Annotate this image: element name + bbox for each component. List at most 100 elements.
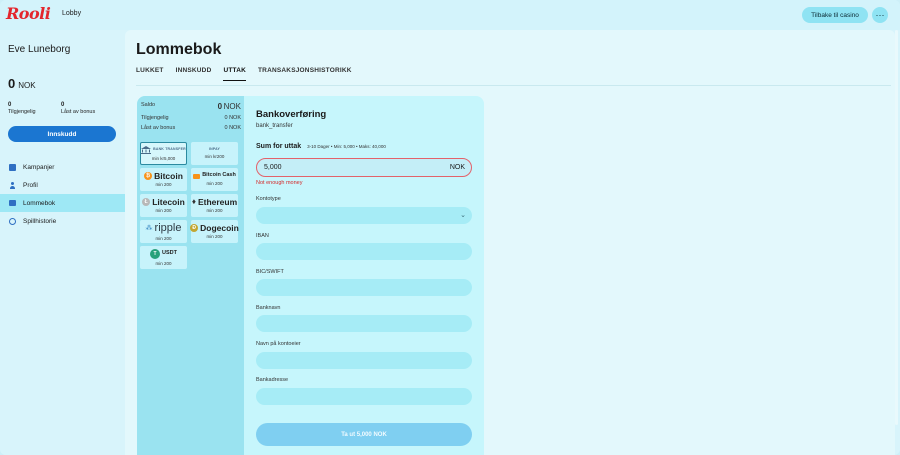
top-bar: Rooli Lobby Tilbake til casino ··· [0, 0, 900, 30]
available-row: Tilgjengelig 0 NOK [141, 115, 241, 121]
bitcoin-icon: ₿ [144, 172, 153, 180]
method-min: min 200 [155, 182, 172, 188]
wallet-tabs: LUKKET INNSKUDD UTTAK TRANSAKSJONSHISTOR… [136, 67, 352, 81]
method-ethereum[interactable]: ♦ Ethereum min 200 [191, 194, 238, 217]
method-min: min 200 [206, 234, 223, 240]
iban-label: IBAN [256, 233, 269, 239]
sidebar-item-campaigns[interactable]: Kampanjer [0, 158, 125, 176]
sidebar-item-wallet[interactable]: Lommebok [0, 194, 125, 212]
method-min: min 200 [155, 261, 172, 266]
main-content: Lommebok LUKKET INNSKUDD UTTAK TRANSAKSJ… [125, 30, 895, 455]
bitcoin-cash-icon [193, 173, 201, 179]
amount-info: 3-10 Dager • Min: 5,000 • Maks: 40,000 [307, 144, 386, 149]
saldo-row: Saldo 0 NOK [141, 102, 241, 111]
sidebar-item-game-history[interactable]: Spillhistorie [0, 212, 125, 230]
available-row-label: Tilgjengelig [141, 115, 169, 121]
sidebar-balance: 0 NOK [8, 76, 36, 91]
form-subtitle: bank_transfer [256, 123, 293, 129]
tab-withdraw[interactable]: UTTAK [223, 67, 247, 81]
rooli-logo[interactable]: Rooli [6, 4, 51, 23]
dogecoin-icon: Ð [190, 224, 199, 232]
app-window: Rooli Lobby Tilbake til casino ··· Eve L… [0, 0, 900, 455]
ripple-icon: ⁂ [145, 224, 153, 232]
litecoin-icon: Ł [142, 198, 151, 206]
method-usdt[interactable]: T USDT min 200 [140, 246, 187, 269]
amount-value: 5,000 [264, 164, 282, 171]
bonus-row-value: 0 NOK [224, 125, 241, 131]
method-min: min 200 [155, 208, 172, 214]
history-icon [9, 217, 16, 225]
sidebar-item-label: Kampanjer [23, 163, 55, 171]
amount-header: Sum for uttak 3-10 Dager • Min: 5,000 • … [256, 143, 386, 150]
usdt-logo: T USDT [150, 249, 177, 259]
profile-icon [9, 181, 16, 189]
page-scrollbar[interactable] [895, 30, 898, 425]
account-type-select[interactable]: ⌄ [256, 207, 472, 224]
tab-closed[interactable]: LUKKET [136, 67, 164, 81]
amount-label: Sum for uttak [256, 143, 302, 150]
more-icon: ··· [875, 9, 885, 20]
saldo-label: Saldo [141, 102, 156, 108]
inpay-logo: INPAY [208, 147, 221, 152]
lobby-link[interactable]: Lobby [62, 10, 81, 17]
amount-error: Not enough money [256, 180, 303, 186]
method-min: min kr5,000 [151, 156, 176, 161]
method-inpay[interactable]: INPAY min kr200 [191, 142, 238, 165]
bonus-row: Låst av bonus 0 NOK [141, 125, 241, 131]
payment-methods: Saldo 0 NOK Tilgjengelig 0 NOK Låst av b… [137, 96, 244, 455]
bitcoin-logo: ₿ Bitcoin [144, 170, 183, 181]
saldo-amount: 0 [217, 102, 223, 111]
form-title: Bankoverføring [256, 109, 327, 120]
sidebar-item-profile[interactable]: Profil [0, 176, 125, 194]
wallet-icon [9, 200, 16, 206]
method-min: min 200 [155, 235, 172, 241]
campaign-icon [9, 163, 16, 171]
more-menu-button[interactable]: ··· [872, 7, 888, 23]
bonus-row-label: Låst av bonus [141, 125, 176, 131]
sidebar-item-label: Profil [23, 181, 38, 189]
tether-icon: T [150, 249, 160, 259]
back-to-casino-button[interactable]: Tilbake til casino [802, 7, 868, 23]
bic-swift-field[interactable] [256, 279, 472, 296]
available-label: Tilgjengelig [8, 109, 36, 116]
available-value: 0 [8, 102, 12, 108]
iban-field[interactable] [256, 243, 472, 260]
method-litecoin[interactable]: Ł Litecoin min 200 [140, 194, 187, 217]
user-name: Eve Luneborg [8, 44, 71, 55]
ethereum-icon: ♦ [191, 197, 196, 206]
balance-currency: NOK [18, 81, 36, 90]
dogecoin-logo: Ð Dogecoin [190, 224, 239, 233]
tab-transaction-history[interactable]: TRANSAKSJONSHISTORIKK [258, 67, 352, 81]
bank-address-label: Bankadresse [256, 377, 289, 383]
amount-currency: NOK [449, 164, 465, 171]
sidebar-nav: Kampanjer Profil Lommebok Spillhistorie [0, 158, 125, 230]
bonus-label: Låst av bonus [61, 109, 96, 116]
method-bank-transfer[interactable]: BANK TRANSFER min kr5,000 [140, 142, 187, 165]
method-ripple[interactable]: ⁂ ripple min 200 [140, 220, 187, 243]
available-row-value: 0 NOK [224, 115, 241, 121]
bank-name-field[interactable] [256, 315, 472, 332]
bank-name-label: Banknavn [256, 305, 281, 311]
litecoin-logo: Ł Litecoin [142, 198, 185, 207]
bank-icon [141, 146, 152, 154]
tab-deposit[interactable]: INNSKUDD [176, 67, 212, 81]
amount-input[interactable]: 5,000 NOK [256, 158, 472, 177]
withdraw-submit-button[interactable]: Ta ut 5,000 NOK [256, 423, 472, 446]
available-stat: 0 Tilgjengelig [8, 101, 36, 117]
account-holder-field[interactable] [256, 352, 472, 369]
sidebar-item-label: Lommebok [23, 199, 56, 207]
deposit-button[interactable]: Innskudd [8, 126, 116, 142]
saldo-currency: NOK [223, 102, 241, 111]
method-bitcoin[interactable]: ₿ Bitcoin min 200 [140, 168, 187, 191]
withdraw-panel: Saldo 0 NOK Tilgjengelig 0 NOK Låst av b… [137, 96, 484, 455]
bic-swift-label: BIC/SWIFT [256, 269, 284, 275]
method-min: min kr200 [204, 153, 225, 159]
method-bitcoin-cash[interactable]: Bitcoin Cash min 200 [191, 168, 238, 191]
tabs-divider [136, 85, 891, 86]
bank-address-field[interactable] [256, 388, 472, 405]
sidebar-item-label: Spillhistorie [23, 217, 57, 225]
bank-transfer-logo: BANK TRANSFER [141, 146, 186, 154]
page-title: Lommebok [136, 41, 222, 58]
method-dogecoin[interactable]: Ð Dogecoin min 200 [190, 220, 239, 243]
balance-amount: 0 [8, 76, 16, 91]
